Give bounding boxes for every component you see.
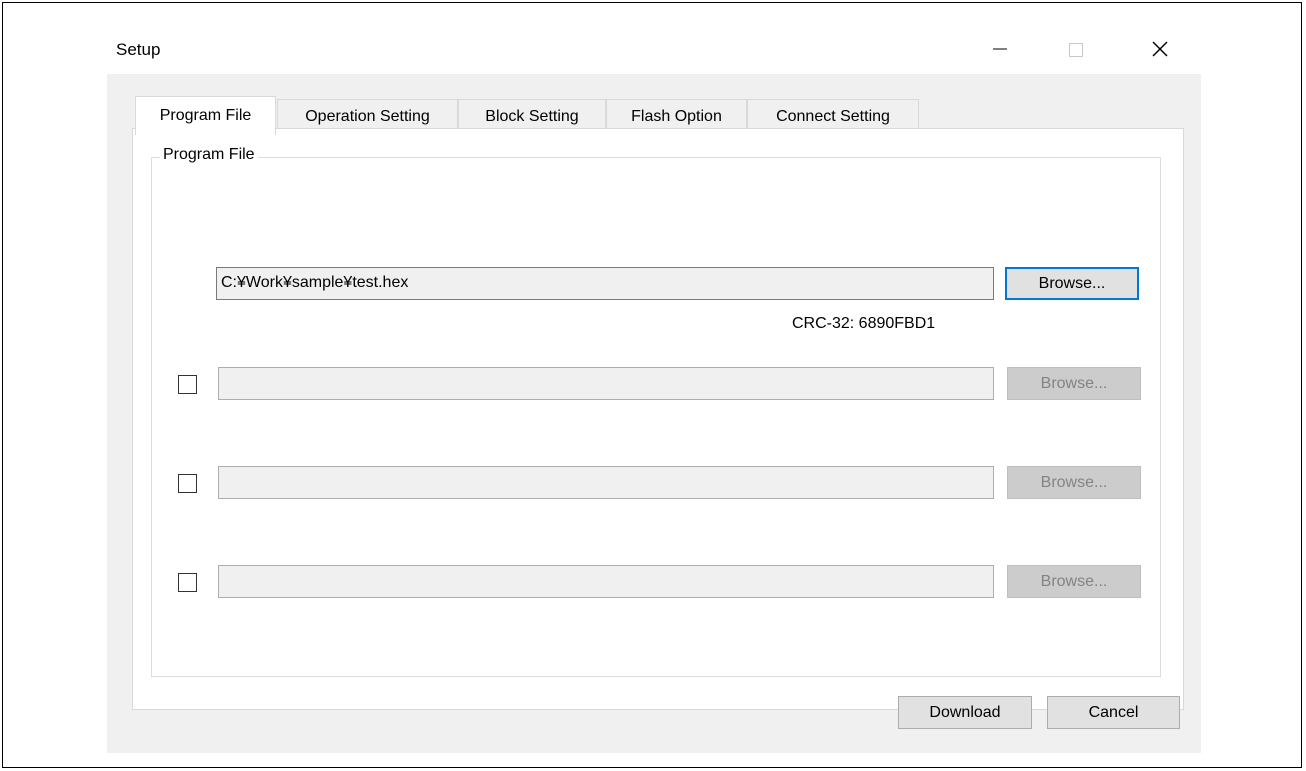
download-button[interactable]: Download: [898, 696, 1032, 729]
browse-button-4[interactable]: Browse...: [1007, 565, 1141, 598]
program-file-panel: Program File C:¥Work¥sample¥test.hex Bro…: [132, 128, 1184, 710]
minimize-icon: [993, 48, 1007, 50]
program-file-checkbox-2[interactable]: [178, 375, 197, 394]
program-file-checkbox-3[interactable]: [178, 474, 197, 493]
maximize-icon: [1069, 43, 1083, 57]
title-bar: Setup: [107, 24, 1201, 74]
window-title: Setup: [116, 40, 161, 59]
crc-value: CRC-32: 6890FBD1: [792, 315, 936, 332]
setup-dialog: Setup Program File Operation Setting Blo…: [107, 24, 1201, 753]
browse-button-1[interactable]: Browse...: [1005, 267, 1139, 300]
groupbox-legend: Program File: [160, 146, 258, 164]
browse-button-3[interactable]: Browse...: [1007, 466, 1141, 499]
close-button[interactable]: [1137, 24, 1183, 74]
tab-label: Operation Setting: [305, 107, 430, 125]
tab-label: Program File: [159, 107, 252, 124]
minimize-button[interactable]: [977, 24, 1023, 74]
tab-program-file[interactable]: Program File: [135, 96, 276, 135]
program-file-path-field-3[interactable]: [218, 466, 994, 499]
program-file-path-field-1[interactable]: C:¥Work¥sample¥test.hex: [216, 267, 994, 300]
cancel-button[interactable]: Cancel: [1047, 696, 1180, 729]
close-icon: [1152, 41, 1168, 57]
program-file-path-field-2[interactable]: [218, 367, 994, 400]
browse-button-2[interactable]: Browse...: [1007, 367, 1141, 400]
program-file-groupbox: Program File C:¥Work¥sample¥test.hex Bro…: [151, 146, 1161, 677]
tab-label: Connect Setting: [776, 107, 890, 125]
tab-label: Flash Option: [631, 107, 722, 125]
program-file-checkbox-4[interactable]: [178, 573, 197, 592]
maximize-button[interactable]: [1052, 24, 1098, 74]
program-file-path-field-4[interactable]: [218, 565, 994, 598]
tab-label: Block Setting: [485, 107, 579, 125]
